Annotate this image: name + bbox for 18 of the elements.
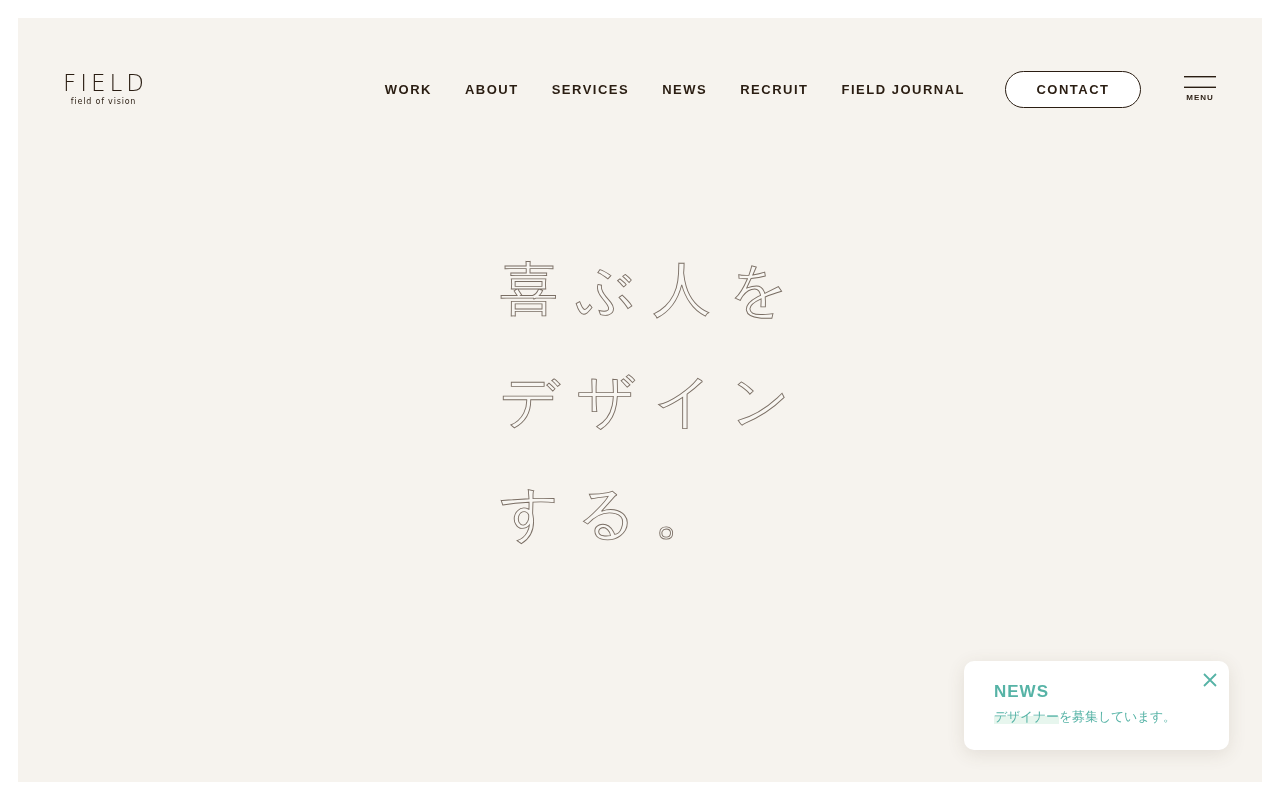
nav-link[interactable]: NEWS (662, 81, 708, 97)
hero-heading-line: する。 (500, 478, 730, 549)
hero-heading-line: 喜ぶ人を (500, 254, 806, 325)
menu-button[interactable]: MENU (1184, 76, 1216, 102)
nav-link[interactable]: ABOUT (465, 81, 519, 97)
logo-tagline: field of vision (70, 97, 137, 107)
nav-link[interactable]: RECRUIT (740, 81, 809, 97)
contact-button[interactable]: CONTACT (1005, 70, 1141, 108)
nav-link[interactable]: FIELD JOURNAL (841, 81, 965, 97)
close-icon (1203, 673, 1217, 687)
menu-icon (1184, 76, 1216, 88)
news-title: NEWS (994, 681, 1049, 703)
logo-wordmark[interactable]: FIELD (63, 71, 149, 95)
hero-heading-line: デザイン (500, 366, 808, 437)
nav-link[interactable]: WORK (384, 81, 432, 97)
news-message: デザイナーを募集しています。 (994, 708, 1176, 726)
nav-link[interactable]: SERVICES (551, 81, 630, 97)
close-button[interactable] (1203, 673, 1217, 687)
